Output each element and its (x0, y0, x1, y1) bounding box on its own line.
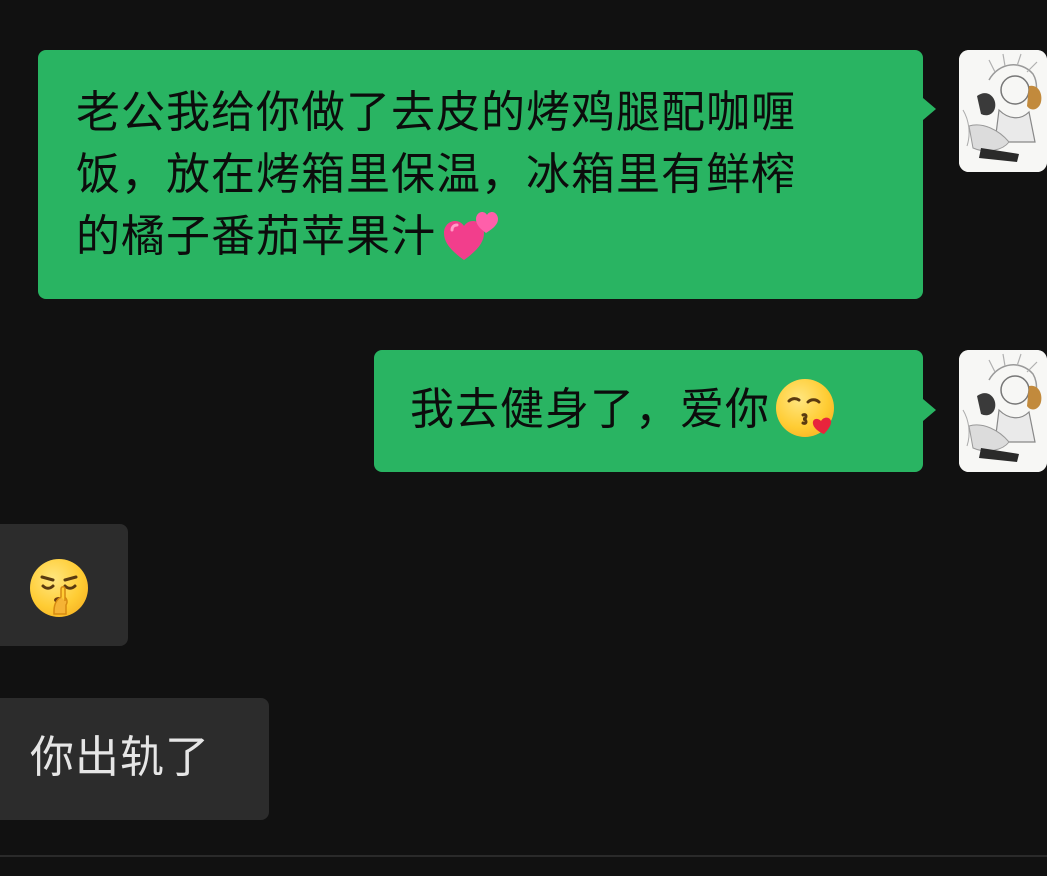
bubble-tail (923, 98, 936, 120)
two-hearts-emoji (442, 206, 500, 264)
face-blowing-kiss-emoji (776, 379, 834, 437)
message-text-line: 老公我给你做了去皮的烤鸡腿配咖喱 (76, 87, 796, 138)
message-text-line: 饭，放在烤箱里保温，冰箱里有鲜榨 (76, 149, 796, 200)
bottom-divider (0, 855, 1047, 857)
outgoing-message-bubble[interactable]: 老公我给你做了去皮的烤鸡腿配咖喱 饭，放在烤箱里保温，冰箱里有鲜榨 的橘子番茄苹… (38, 50, 923, 299)
message-text: 你出轨了 (30, 732, 210, 783)
incoming-message-bubble[interactable]: 你出轨了 (0, 698, 269, 820)
message-text-line: 的橘子番茄苹果汁 (76, 206, 887, 268)
avatar[interactable] (959, 50, 1047, 172)
avatar-sketch-icon (959, 350, 1047, 472)
message-text: 我去健身了，爱你 (410, 384, 770, 435)
message-text-line-end: 的橘子番茄苹果汁 (76, 211, 436, 262)
bubble-tail (923, 399, 936, 421)
avatar-sketch-icon (959, 50, 1047, 172)
shushing-face-emoji (30, 559, 88, 617)
incoming-message-bubble[interactable] (0, 524, 128, 646)
avatar[interactable] (959, 350, 1047, 472)
chat-screen: 老公我给你做了去皮的烤鸡腿配咖喱 饭，放在烤箱里保温，冰箱里有鲜榨 的橘子番茄苹… (0, 0, 1047, 876)
outgoing-message-bubble[interactable]: 我去健身了，爱你 (374, 350, 923, 472)
